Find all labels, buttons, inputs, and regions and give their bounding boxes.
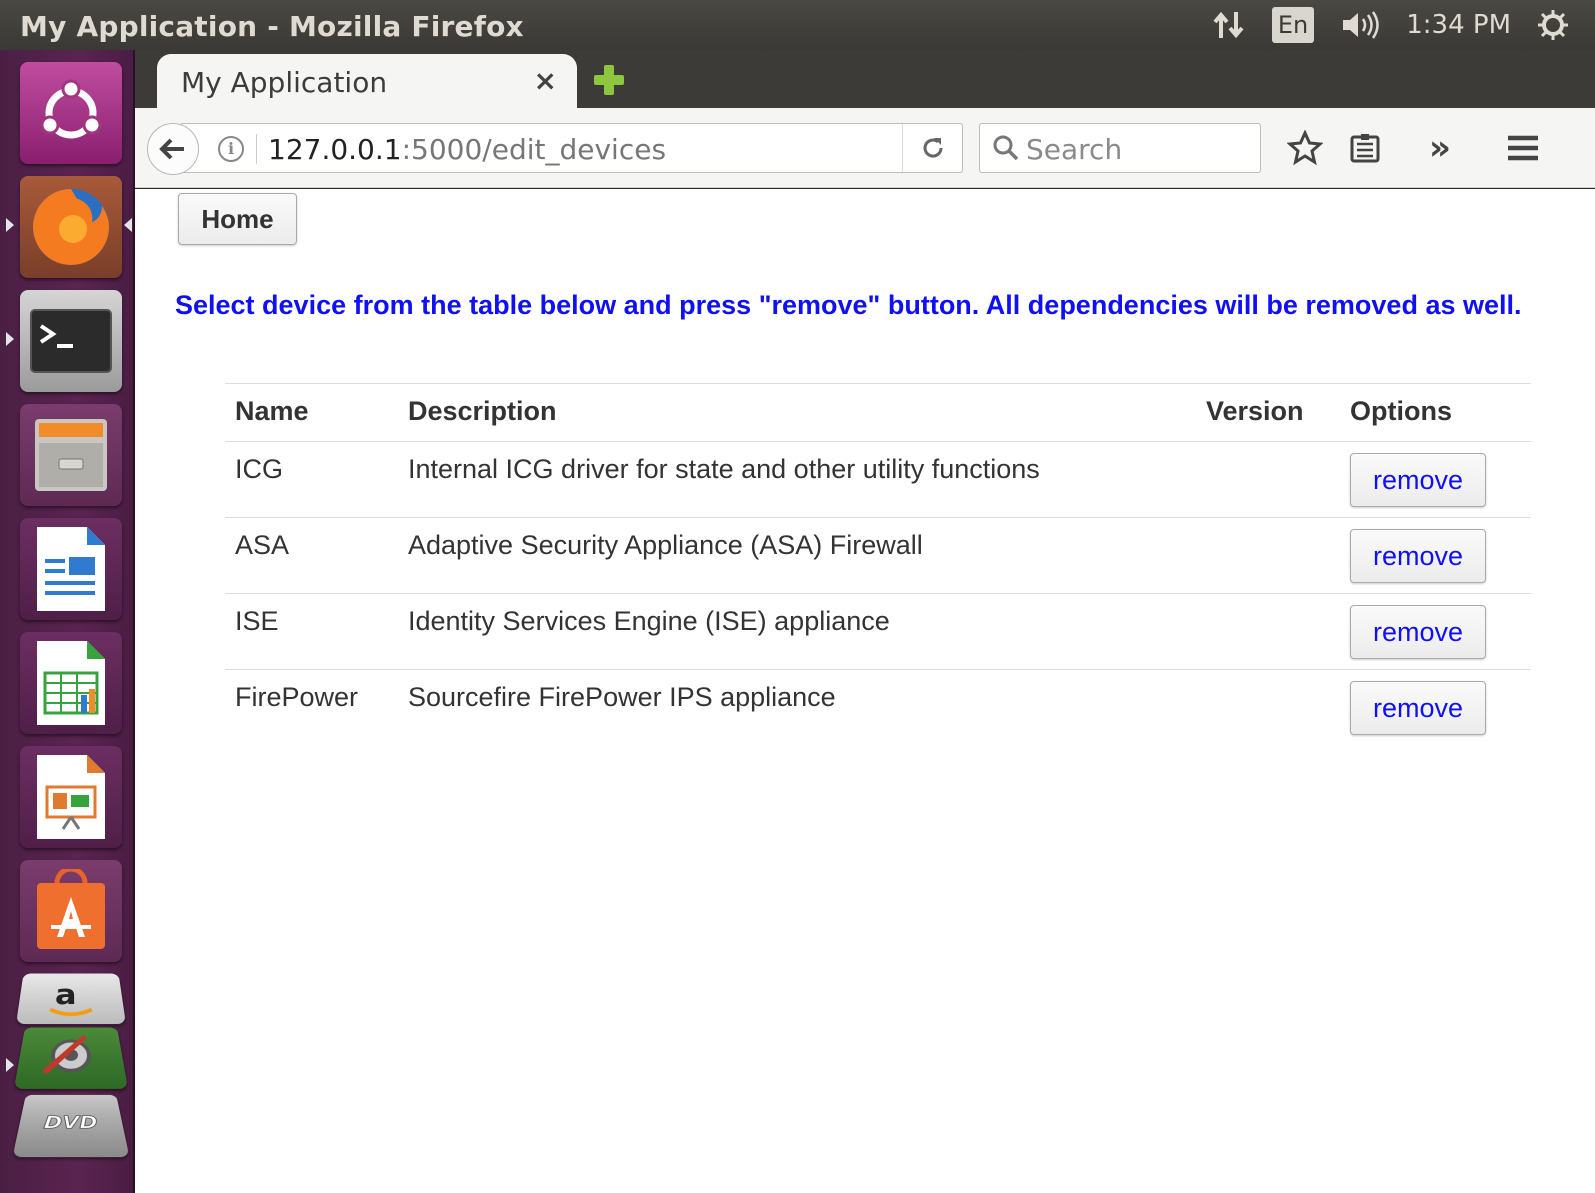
volume-icon[interactable] [1340, 10, 1380, 40]
device-options: remove [1340, 441, 1531, 518]
device-options: remove [1340, 593, 1531, 670]
back-button[interactable] [147, 123, 199, 175]
ubuntu-dash-icon[interactable] [20, 62, 122, 164]
device-version [1196, 517, 1340, 594]
device-name: ISE [225, 593, 398, 670]
remove-button[interactable]: remove [1350, 681, 1486, 735]
svg-text:a: a [54, 979, 76, 1011]
tab-title: My Application [181, 66, 388, 99]
running-indicator [6, 218, 14, 232]
tab-close-icon[interactable]: × [534, 64, 557, 97]
impress-icon[interactable] [20, 746, 122, 848]
writer-icon[interactable] [20, 518, 122, 620]
running-indicator [6, 1058, 14, 1072]
overflow-chevron-icon[interactable]: » [1420, 128, 1460, 168]
device-description: Adaptive Security Appliance (ASA) Firewa… [398, 517, 1196, 594]
calc-icon[interactable] [20, 632, 122, 734]
system-top-bar: My Application - Mozilla Firefox En 1:34… [0, 0, 1595, 50]
device-description: Internal ICG driver for state and other … [398, 441, 1196, 518]
focused-indicator [124, 218, 132, 232]
search-placeholder: Search [1026, 133, 1123, 166]
tab-my-application[interactable]: My Application × [157, 54, 577, 110]
devices-table: Name Description Version Options ICG Int… [225, 383, 1531, 746]
device-name: FirePower [225, 669, 398, 746]
back-arrow-icon [159, 138, 184, 160]
header-options: Options [1340, 383, 1531, 442]
page-content: Home Select device from the table below … [135, 189, 1595, 1193]
svg-text:DVD: DVD [43, 1114, 99, 1133]
keyboard-layout-indicator[interactable]: En [1271, 7, 1315, 43]
system-settings-icon[interactable] [13, 1027, 129, 1089]
system-tray: En 1:34 PM [1212, 0, 1595, 50]
header-version: Version [1196, 383, 1340, 442]
dvd-icon[interactable]: DVD [12, 1094, 130, 1158]
clock[interactable]: 1:34 PM [1406, 10, 1511, 40]
header-description: Description [398, 383, 1196, 442]
remove-button[interactable]: remove [1350, 453, 1486, 507]
url-separator [256, 134, 257, 164]
browser-navigation-bar: i 127.0.0.1:5000/edit_devices Search » [135, 108, 1595, 188]
amazon-icon[interactable]: a [16, 973, 126, 1025]
instructions-text: Select device from the table below and p… [175, 290, 1522, 320]
remove-button[interactable]: remove [1350, 529, 1486, 583]
terminal-icon[interactable] [20, 290, 122, 392]
header-name: Name [225, 383, 398, 442]
files-icon[interactable] [20, 404, 122, 506]
device-options: remove [1340, 517, 1531, 594]
search-input[interactable]: Search [979, 123, 1261, 173]
home-button[interactable]: Home [178, 193, 297, 245]
reader-list-icon[interactable] [1345, 128, 1385, 168]
device-version [1196, 669, 1340, 746]
device-version [1196, 593, 1340, 670]
new-tab-plus-icon[interactable] [592, 63, 626, 97]
running-indicator [6, 332, 14, 346]
network-icon[interactable] [1212, 10, 1246, 40]
software-center-icon[interactable] [20, 860, 122, 962]
device-name: ASA [225, 517, 398, 594]
keyboard-layout-label: En [1271, 7, 1315, 43]
bookmark-star-icon[interactable] [1285, 128, 1325, 168]
device-name: ICG [225, 441, 398, 518]
table-row: ISE Identity Services Engine (ISE) appli… [225, 593, 1531, 670]
device-description: Identity Services Engine (ISE) appliance [398, 593, 1196, 670]
url-text: 127.0.0.1:5000/edit_devices [268, 133, 666, 166]
device-options: remove [1340, 669, 1531, 746]
firefox-icon[interactable] [20, 176, 122, 278]
window-title: My Application - Mozilla Firefox [20, 10, 524, 43]
url-path: :5000/edit_devices [401, 133, 667, 166]
site-info-icon[interactable]: i [218, 136, 244, 162]
power-gear-icon[interactable] [1537, 9, 1569, 41]
remove-button[interactable]: remove [1350, 605, 1486, 659]
browser-tab-strip: My Application × [135, 50, 1595, 110]
reload-icon[interactable] [902, 124, 962, 172]
url-host: 127.0.0.1 [268, 133, 402, 166]
table-row: FirePower Sourcefire FirePower IPS appli… [225, 669, 1531, 746]
url-bar[interactable]: i 127.0.0.1:5000/edit_devices [181, 123, 963, 173]
search-icon [993, 135, 1019, 161]
table-row: ASA Adaptive Security Appliance (ASA) Fi… [225, 517, 1531, 594]
unity-launcher: a DVD [0, 50, 135, 1193]
table-row: ICG Internal ICG driver for state and ot… [225, 441, 1531, 518]
device-version [1196, 441, 1340, 518]
hamburger-menu-icon[interactable] [1503, 128, 1543, 168]
device-description: Sourcefire FirePower IPS appliance [398, 669, 1196, 746]
table-header-row: Name Description Version Options [225, 383, 1531, 442]
